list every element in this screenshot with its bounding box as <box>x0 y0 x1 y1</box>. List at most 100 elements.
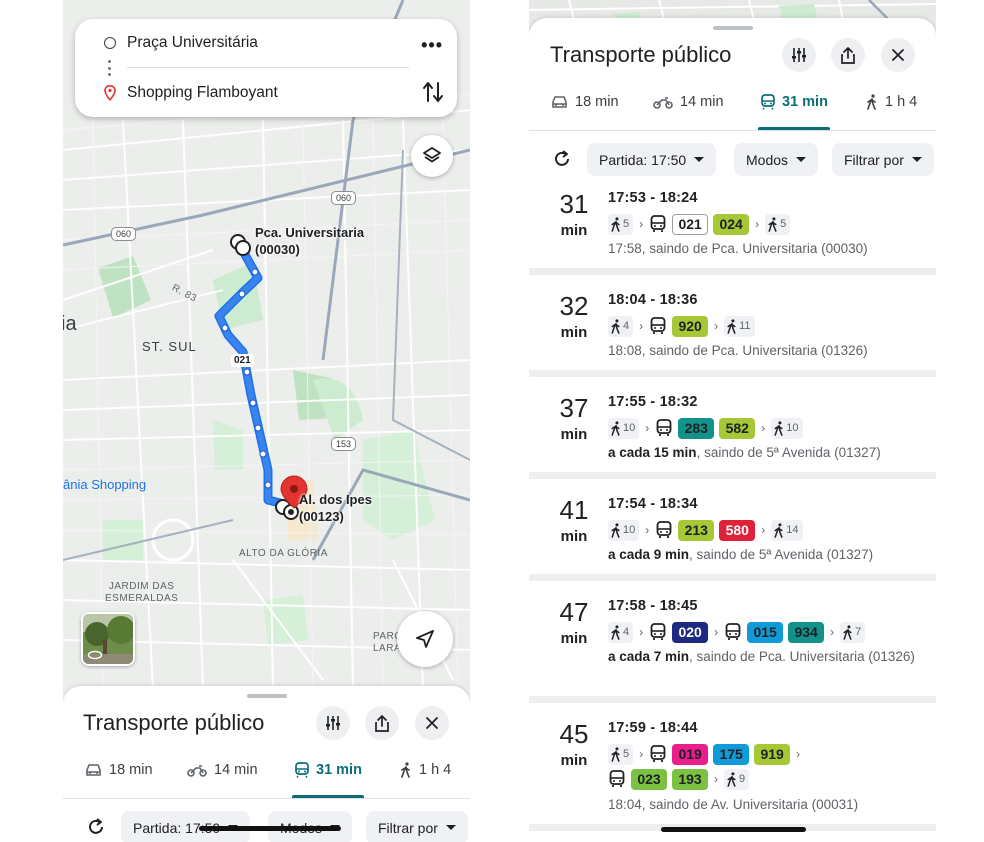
tab-walk-label: 1 h 4 <box>885 94 918 110</box>
walk-icon <box>843 624 852 640</box>
dest-stop-label[interactable]: Al. dos Ipes (00123) <box>299 491 372 525</box>
bus-line-badge: 920 <box>672 315 709 337</box>
walk-minutes: 7 <box>855 626 862 638</box>
trip-separator <box>529 370 936 377</box>
chevron-down-icon <box>796 157 807 162</box>
bus-line-badge: 019 <box>672 743 709 765</box>
trip-time-range: 17:59 - 18:44 <box>608 720 698 736</box>
chevron-down-icon <box>694 157 705 162</box>
left-screen: Pca. Universitaria (00030) Al. dos Ipes … <box>63 0 470 842</box>
sheet-drag-handle[interactable] <box>712 26 753 30</box>
home-indicator[interactable] <box>199 826 341 831</box>
chevron-right-icon: › <box>639 217 644 231</box>
dest-stop-code: (00123) <box>299 509 344 524</box>
bus-line-badge: 015 <box>747 621 784 643</box>
route-dots-icon <box>108 60 111 76</box>
bus-line-badge: 023 <box>631 768 667 790</box>
close-button[interactable] <box>415 706 449 740</box>
chevron-right-icon: › <box>761 421 766 435</box>
chevron-down-icon <box>911 157 922 162</box>
refresh-icon[interactable] <box>552 149 572 169</box>
tab-car[interactable]: 18 min <box>551 94 619 110</box>
trip-row[interactable]: 45 min 17:59 - 18:44 5 › 019 175 919 › 023 193 › 9 18… <box>529 714 936 814</box>
tab-walk[interactable]: 1 h 4 <box>866 94 917 110</box>
car-icon <box>552 96 567 108</box>
tab-motorcycle[interactable]: 14 min <box>653 94 724 110</box>
filter-chip[interactable]: Filtrar por <box>366 811 468 842</box>
origin-stop-name: Pca. Universitaria <box>255 225 365 240</box>
travel-mode-tabs: 18 min 14 min 31 min 1 h 4 <box>529 84 936 124</box>
close-button[interactable] <box>881 38 915 72</box>
trip-duration-unit: min <box>560 222 588 239</box>
my-location-button[interactable] <box>397 611 453 667</box>
tab-car[interactable]: 18 min <box>85 762 153 778</box>
share-button[interactable] <box>831 38 865 72</box>
bus-line-badge: 283 <box>678 417 715 439</box>
chevron-right-icon: › <box>714 319 719 333</box>
origin-stop-code: (00030) <box>255 242 300 257</box>
dest-stop-name: Al. dos Ipes <box>299 492 372 507</box>
tab-transit[interactable]: 31 min <box>295 762 362 778</box>
right-bottom-sheet[interactable]: Transporte público 18 min 14 min 31 min … <box>529 18 936 842</box>
trip-departure-info: a cada 7 min, saindo de Pca. Universitar… <box>608 649 915 664</box>
refresh-icon[interactable] <box>86 817 106 837</box>
modes-chip[interactable]: Modos <box>734 143 819 176</box>
bus-icon <box>649 214 667 235</box>
bus-line-badge: 021 <box>672 213 709 235</box>
bus-line-badge: 213 <box>678 519 715 541</box>
walk-icon <box>727 771 736 787</box>
directions-search-card: Praça Universitária Shopping Flamboyant … <box>75 19 457 117</box>
trip-duration: 32 <box>559 291 589 321</box>
tab-motorcycle[interactable]: 14 min <box>187 762 258 778</box>
origin-stop-label[interactable]: Pca. Universitaria (00030) <box>255 224 364 258</box>
trip-duration: 37 <box>559 393 589 423</box>
transit-icon <box>761 94 775 110</box>
walk-leg: 5 <box>765 213 791 235</box>
route-options-button[interactable] <box>782 38 816 72</box>
home-indicator[interactable] <box>661 827 806 832</box>
walk-leg: 4 <box>608 621 634 643</box>
map-district-st-sul: ST. SUL <box>142 339 197 354</box>
motorcycle-icon <box>187 765 207 777</box>
chevron-down-icon <box>445 825 456 830</box>
walk-minutes: 5 <box>623 748 630 760</box>
tab-walk[interactable]: 1 h 4 <box>400 762 451 778</box>
trip-row[interactable]: 47 min 17:58 - 18:45 4 › 020 › 015 934 › 7 a cada 7… <box>529 592 936 692</box>
swap-icon[interactable] <box>421 79 445 105</box>
sheet-drag-handle[interactable] <box>246 694 287 698</box>
filter-chip-label: Filtrar por <box>378 819 438 836</box>
layers-icon <box>423 147 441 163</box>
walk-icon <box>774 522 783 538</box>
bus-icon <box>649 622 667 643</box>
chevron-right-icon: › <box>796 747 801 761</box>
trip-legs: 4 › 020 › 015 934 › 7 <box>608 621 866 643</box>
walk-icon <box>611 522 620 538</box>
walk-minutes: 4 <box>623 626 630 638</box>
layers-button[interactable] <box>411 135 453 177</box>
trip-duration-unit: min <box>560 528 588 545</box>
walk-leg: 11 <box>724 315 755 337</box>
chevron-right-icon: › <box>639 625 644 639</box>
tab-transit[interactable]: 31 min <box>761 94 828 110</box>
destination-field[interactable]: Shopping Flamboyant <box>75 78 457 108</box>
walk-leg: 4 <box>608 315 634 337</box>
route-options-button[interactable] <box>316 706 350 740</box>
trip-departure-info: 18:08, saindo de Pca. Universitaria (013… <box>608 343 868 358</box>
map-city-label: ia <box>63 313 77 335</box>
trip-time-range: 17:58 - 18:45 <box>608 598 698 614</box>
origin-field[interactable]: Praça Universitária <box>75 28 457 58</box>
share-button[interactable] <box>365 706 399 740</box>
car-icon <box>86 764 101 776</box>
walk-minutes: 4 <box>623 320 630 332</box>
more-options-button[interactable]: ••• <box>421 35 443 56</box>
trip-time-range: 18:04 - 18:36 <box>608 292 698 308</box>
tab-walk-label: 1 h 4 <box>419 762 452 778</box>
walk-minutes: 9 <box>739 773 746 785</box>
street-view-thumbnail[interactable] <box>81 612 135 666</box>
filter-chip[interactable]: Filtrar por <box>832 143 934 176</box>
departure-time-chip[interactable]: Partida: 17:50 <box>587 143 717 176</box>
road-shield-153: 153 <box>331 437 357 451</box>
left-bottom-sheet[interactable]: Transporte público 18 min 14 min 31 min … <box>63 686 470 842</box>
close-icon <box>426 717 438 729</box>
map-poi-shopping[interactable]: ânia Shopping <box>63 477 146 492</box>
